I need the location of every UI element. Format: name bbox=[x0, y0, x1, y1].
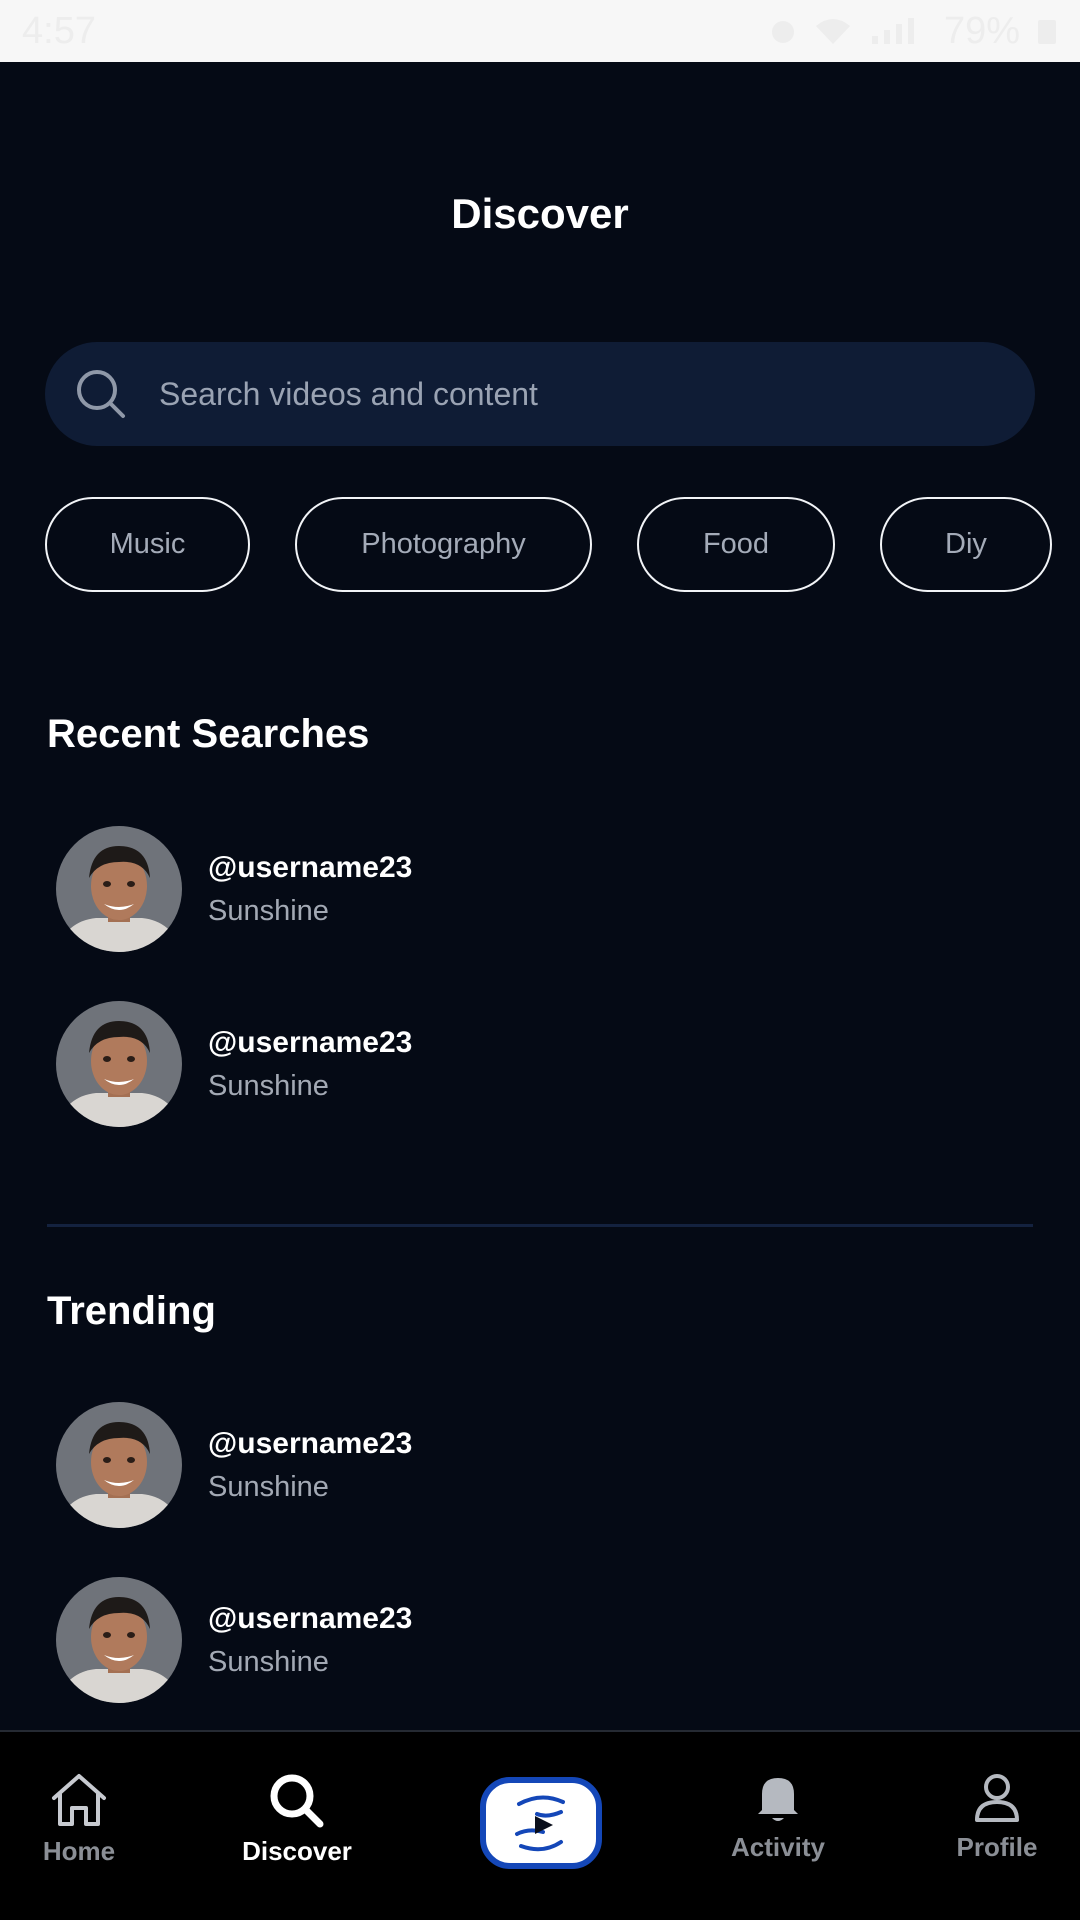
create-video-icon bbox=[515, 1795, 565, 1852]
avatar bbox=[56, 1402, 182, 1528]
status-time: 4:57 bbox=[22, 9, 96, 52]
search-input[interactable] bbox=[159, 375, 959, 413]
avatar bbox=[56, 826, 182, 952]
signal-icon bbox=[871, 18, 914, 44]
wifi-icon bbox=[815, 19, 850, 44]
search-icon bbox=[77, 370, 125, 418]
nav-label: Activity bbox=[731, 1832, 825, 1862]
bottom-nav: Home Discover Activity Profile bbox=[0, 1730, 1080, 1920]
avatar bbox=[56, 1001, 182, 1127]
username: @username23 bbox=[208, 1426, 413, 1460]
nav-home[interactable]: Home bbox=[24, 1772, 134, 1920]
nav-label: Discover bbox=[242, 1836, 352, 1866]
avatar bbox=[56, 1577, 182, 1703]
status-bar: 4:57 79% bbox=[0, 0, 1080, 62]
create-video-button[interactable] bbox=[480, 1777, 602, 1869]
home-icon bbox=[52, 1774, 106, 1826]
alarm-icon bbox=[771, 21, 794, 43]
nav-discover[interactable]: Discover bbox=[232, 1772, 362, 1920]
battery-percent: 79% bbox=[943, 9, 1020, 52]
category-chips: Music Photography Food Diy bbox=[45, 497, 1052, 592]
nav-profile[interactable]: Profile bbox=[936, 1772, 1058, 1920]
recent-searches-heading: Recent Searches bbox=[47, 712, 370, 756]
recent-search-item[interactable]: @username23 Sunshine bbox=[56, 826, 956, 952]
page-title: Discover bbox=[451, 190, 629, 237]
nav-label: Profile bbox=[956, 1832, 1038, 1862]
nav-activity[interactable]: Activity bbox=[713, 1772, 843, 1920]
username: @username23 bbox=[208, 1601, 413, 1635]
bell-icon bbox=[758, 1778, 798, 1821]
user-subtitle: Sunshine bbox=[208, 894, 329, 927]
status-icons: 79% bbox=[768, 10, 1058, 53]
chip-food[interactable]: Food bbox=[637, 497, 835, 592]
battery-icon bbox=[1038, 20, 1056, 44]
section-divider bbox=[47, 1224, 1033, 1227]
search-icon bbox=[270, 1774, 324, 1828]
trending-heading: Trending bbox=[47, 1289, 216, 1333]
username: @username23 bbox=[208, 1025, 413, 1059]
recent-search-item[interactable]: @username23 Sunshine bbox=[56, 1001, 956, 1127]
search-bar[interactable] bbox=[45, 342, 1035, 446]
trending-item[interactable]: @username23 Sunshine bbox=[56, 1577, 956, 1703]
trending-item[interactable]: @username23 Sunshine bbox=[56, 1402, 956, 1528]
chip-diy[interactable]: Diy bbox=[880, 497, 1052, 592]
username: @username23 bbox=[208, 850, 413, 884]
user-subtitle: Sunshine bbox=[208, 1470, 329, 1503]
chip-photography[interactable]: Photography bbox=[295, 497, 592, 592]
nav-label: Home bbox=[42, 1836, 116, 1866]
user-subtitle: Sunshine bbox=[208, 1645, 329, 1678]
person-icon bbox=[975, 1774, 1019, 1822]
chip-music[interactable]: Music bbox=[45, 497, 250, 592]
user-subtitle: Sunshine bbox=[208, 1069, 329, 1102]
